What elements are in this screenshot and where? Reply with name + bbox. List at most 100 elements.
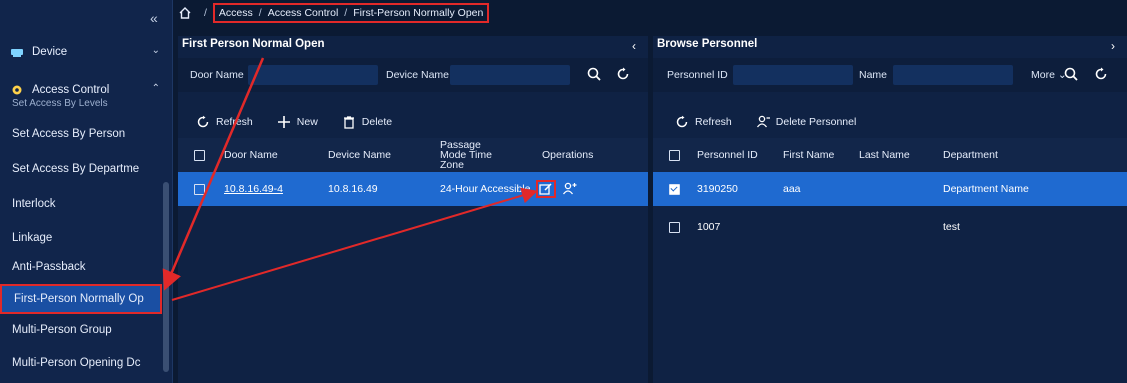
delete-personnel-label: Delete Personnel <box>775 116 857 128</box>
refresh-button[interactable]: Refresh <box>196 115 253 129</box>
filter-bar: Door Name Device Name <box>178 58 648 92</box>
name-input[interactable] <box>893 65 1013 85</box>
reset-icon[interactable] <box>1093 66 1109 82</box>
column-header-device-name[interactable]: Device Name <box>328 138 391 172</box>
name-label: Name <box>859 69 888 81</box>
breadcrumb-highlight: Access / Access Control / First-Person N… <box>212 3 490 23</box>
breadcrumb-item-access-control[interactable]: Access Control <box>268 7 339 19</box>
more-dropdown[interactable]: More ⌄ <box>1031 69 1067 81</box>
sidebar-item-label: Anti-Passback <box>12 261 86 273</box>
app-window: « Device ⌄ Access Control ⌃ Set Access B… <box>0 0 1127 383</box>
sidebar-item-label: Multi-Person Opening Dc <box>12 357 141 369</box>
sidebar-item-label: Set Access By Departme <box>12 163 140 175</box>
sidebar-item-linkage[interactable]: Linkage <box>0 223 160 253</box>
sidebar-item-set-access-by-person[interactable]: Set Access By Person <box>0 119 160 149</box>
department-cell: Department Name <box>943 183 1029 195</box>
expand-right-icon[interactable]: › <box>1111 39 1115 53</box>
personnel-id-label: Personnel ID <box>667 69 728 81</box>
column-header-first-name[interactable]: First Name <box>783 138 834 172</box>
column-header-personnel-id[interactable]: Personnel ID <box>697 138 758 172</box>
sidebar-item-multi-person-group[interactable]: Multi-Person Group <box>0 315 160 345</box>
table-row[interactable]: 3190250 aaa Department Name <box>653 172 1127 206</box>
first-name-cell: aaa <box>783 183 801 195</box>
sidebar-item-anti-passback[interactable]: Anti-Passback <box>0 252 160 282</box>
panel-title: Browse Personnel <box>657 38 758 50</box>
column-header-last-name[interactable]: Last Name <box>859 138 910 172</box>
panel-title: First Person Normal Open <box>182 38 325 50</box>
door-name-link[interactable]: 10.8.16.49-4 <box>224 172 283 206</box>
search-icon[interactable] <box>1063 66 1079 82</box>
sidebar-item-label: Set Access By Person <box>12 128 126 140</box>
sidebar-item-set-access-by-levels[interactable]: Set Access By Levels <box>0 98 160 110</box>
new-button[interactable]: New <box>277 115 318 129</box>
breadcrumb: / Access / Access Control / First-Person… <box>178 2 490 24</box>
door-name-label: Door Name <box>190 69 244 81</box>
select-all-checkbox[interactable] <box>194 150 205 161</box>
device-name-cell: 10.8.16.49 <box>328 183 378 195</box>
search-icon[interactable] <box>586 66 602 82</box>
new-label: New <box>296 116 318 128</box>
sidebar-group-label: Access Control <box>32 84 110 96</box>
row-checkbox[interactable] <box>669 222 680 233</box>
breadcrumb-item-access[interactable]: Access <box>219 7 253 19</box>
column-header-department[interactable]: Department <box>943 138 998 172</box>
sidebar-item-label: First-Person Normally Op <box>14 293 144 305</box>
personnel-id-input[interactable] <box>733 65 853 85</box>
refresh-icon <box>676 115 688 128</box>
refresh-label: Refresh <box>216 116 253 128</box>
personnel-id-cell: 3190250 <box>697 183 738 195</box>
sidebar-item-label: Multi-Person Group <box>12 324 112 336</box>
collapse-sidebar-icon[interactable]: « <box>150 10 158 26</box>
table-header: Door Name Device Name Passage Mode Time … <box>178 138 648 172</box>
left-toolbar: Refresh New Delete <box>196 110 416 134</box>
sidebar-item-multi-person-opening-door[interactable]: Multi-Person Opening Dc <box>0 348 160 378</box>
sidebar-group-label: Device <box>32 46 68 58</box>
sidebar: « Device ⌄ Access Control ⌃ Set Access B… <box>0 0 173 383</box>
breadcrumb-separator: / <box>344 7 348 19</box>
delete-personnel-button[interactable]: Delete Personnel <box>756 115 857 129</box>
device-name-label: Device Name <box>386 69 450 81</box>
sidebar-item-set-access-by-department[interactable]: Set Access By Departme <box>0 154 160 184</box>
breadcrumb-item-current: First-Person Normally Open <box>353 7 484 19</box>
chevron-up-icon: ⌃ <box>151 83 160 94</box>
edit-button[interactable] <box>536 180 556 198</box>
column-header-time-zone[interactable]: Passage Mode Time Zone <box>440 138 510 172</box>
plus-icon <box>277 116 290 128</box>
breadcrumb-separator: / <box>258 7 262 19</box>
device-name-input[interactable] <box>450 65 570 85</box>
browse-personnel-panel: Browse Personnel › Personnel ID Name Mor… <box>653 36 1127 383</box>
table-header: Personnel ID First Name Last Name Depart… <box>653 138 1127 172</box>
door-name-input[interactable] <box>248 65 378 85</box>
home-icon[interactable] <box>178 6 192 20</box>
row-checkbox[interactable] <box>194 184 205 195</box>
sidebar-item-label: Interlock <box>12 198 56 210</box>
delete-label: Delete <box>361 116 393 128</box>
sidebar-item-interlock[interactable]: Interlock <box>0 189 160 219</box>
more-label: More <box>1031 69 1055 81</box>
table-row[interactable]: 10.8.16.49-4 10.8.16.49 24-Hour Accessib… <box>178 172 648 206</box>
edit-icon <box>539 183 552 195</box>
collapse-left-icon[interactable]: ‹ <box>632 39 636 53</box>
trash-icon <box>343 116 354 129</box>
remove-person-icon <box>756 115 770 128</box>
sidebar-group-device[interactable]: Device ⌄ <box>0 40 172 64</box>
refresh-label: Refresh <box>695 116 732 128</box>
sidebar-scrollbar[interactable] <box>163 182 169 372</box>
right-toolbar: Refresh Delete Personnel <box>675 110 880 134</box>
reset-icon[interactable] <box>615 66 631 82</box>
delete-button[interactable]: Delete <box>342 115 392 129</box>
personnel-id-cell: 1007 <box>697 221 721 233</box>
breadcrumb-separator: / <box>204 7 207 19</box>
row-checkbox[interactable] <box>669 184 680 195</box>
table-row[interactable]: 1007 test <box>653 210 1127 244</box>
column-header-operations: Operations <box>542 149 594 161</box>
select-all-checkbox[interactable] <box>669 150 680 161</box>
column-header-door-name[interactable]: Door Name <box>224 138 278 172</box>
gear-icon <box>12 85 22 95</box>
device-icon <box>11 49 23 57</box>
refresh-button[interactable]: Refresh <box>675 115 732 129</box>
add-personnel-icon[interactable] <box>562 182 578 196</box>
sidebar-item-label: Set Access By Levels <box>12 98 108 109</box>
sidebar-item-first-person-normally-open[interactable]: First-Person Normally Op <box>0 284 162 314</box>
first-person-panel: First Person Normal Open ‹ Door Name Dev… <box>178 36 648 383</box>
